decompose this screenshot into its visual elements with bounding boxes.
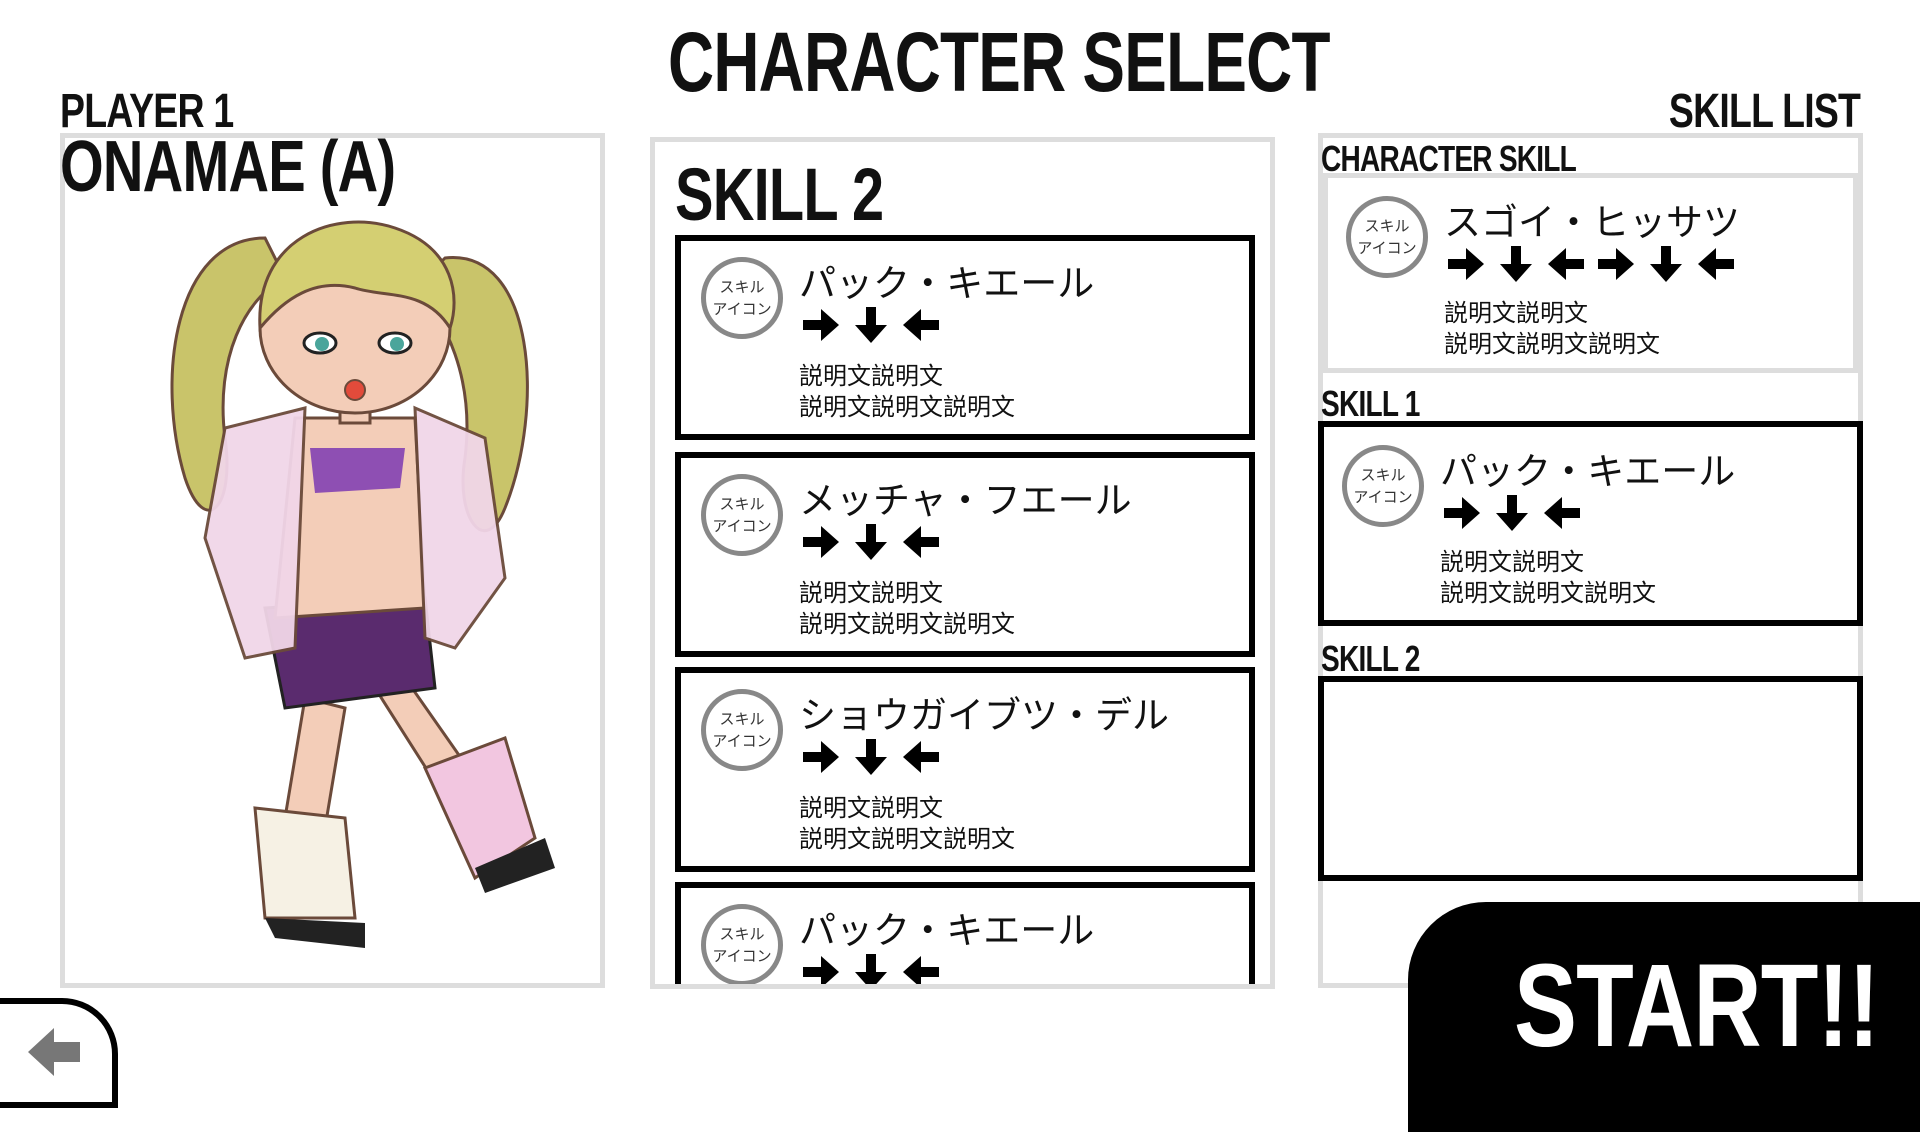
command-input: [799, 735, 943, 779]
skill-slot-heading: SKILL 2: [675, 153, 884, 236]
skill-description: 説明文説明文 説明文説明文説明文: [799, 793, 1015, 855]
start-button-label[interactable]: START!!: [1514, 938, 1880, 1074]
skill-list-title: SKILL LIST: [1668, 85, 1861, 138]
skill-1-label: SKILL 1: [1321, 383, 1420, 424]
skill-name: パック・キエール: [799, 909, 1095, 952]
arrow-left-icon: [28, 1028, 80, 1076]
arrow-left-icon: [903, 526, 939, 558]
arrow-left-icon: [903, 309, 939, 341]
character-name: ONAMAE (A): [60, 127, 396, 207]
arrow-left-icon: [903, 741, 939, 773]
skill-description-line: 説明文説明文説明文: [799, 610, 1015, 638]
skill-description: 説明文説明文 説明文説明文説明文: [1440, 547, 1656, 609]
skill-option-card[interactable]: スキル アイコン メッチャ・フエール 説明文説明文 説明文説明文説明文: [675, 452, 1255, 657]
arrow-left-icon: [903, 956, 939, 984]
skill-2-label: SKILL 2: [1321, 638, 1420, 679]
skill-option-card[interactable]: スキル アイコン ショウガイブツ・デル 説明文説明文 説明文説明文説明文: [675, 667, 1255, 872]
skill-icon: スキル アイコン: [701, 257, 783, 339]
skill-description-line: 説明文説明文: [1440, 548, 1584, 576]
skill-description: 説明文説明文 説明文説明文説明文: [1444, 298, 1660, 360]
skill-name: メッチャ・フエール: [799, 479, 1132, 522]
skill-icon-label: アイコン: [712, 732, 772, 750]
command-input: [799, 950, 943, 984]
character-portrait: [170, 220, 555, 948]
skill-description-line: 説明文説明文: [799, 579, 943, 607]
skill-description-line: 説明文説明文: [799, 362, 943, 390]
skill-description-line: 説明文説明文説明文: [1444, 330, 1660, 358]
arrow-left-icon: [1698, 248, 1734, 280]
skill-description-line: 説明文説明文説明文: [799, 393, 1015, 421]
back-button[interactable]: [0, 998, 118, 1108]
skill-icon-label: スキル: [719, 710, 765, 728]
arrow-down-icon: [855, 524, 887, 560]
skill-description-line: 説明文説明文: [799, 794, 943, 822]
character-portrait-panel[interactable]: ONAMAE (A): [60, 127, 605, 988]
skill-name: ショウガイブツ・デル: [799, 694, 1169, 737]
skill-icon-label: アイコン: [712, 517, 772, 535]
skill-description: 説明文説明文 説明文説明文説明文: [799, 578, 1015, 640]
skill-icon-label: スキル: [1360, 466, 1406, 484]
skill-name: スゴイ・ヒッサツ: [1444, 201, 1740, 244]
arrow-down-icon: [855, 307, 887, 343]
skill-description-line: 説明文説明文説明文: [1440, 579, 1656, 607]
arrow-right-icon: [803, 309, 839, 341]
skill-description: 説明文説明文 説明文説明文説明文: [799, 361, 1015, 423]
skill-icon-label: アイコン: [712, 947, 772, 965]
skill-icon: スキル アイコン: [701, 474, 783, 556]
arrow-left-icon: [1544, 497, 1580, 529]
arrow-right-icon: [803, 526, 839, 558]
skill-list-panel: CHARACTER SKILL スキル アイコン スゴイ・ヒッサツ 説明文説明文…: [1318, 133, 1863, 988]
skill-name: パック・キエール: [1440, 450, 1736, 493]
skill-icon: スキル アイコン: [1342, 445, 1424, 527]
arrow-down-icon: [1500, 246, 1532, 282]
skill-icon-label: スキル: [719, 495, 765, 513]
skill-icon-label: スキル: [719, 278, 765, 296]
skill-icon-label: アイコン: [1357, 239, 1417, 257]
command-input: [799, 303, 943, 347]
arrow-down-icon: [1496, 495, 1528, 531]
arrow-left-icon: [1548, 248, 1584, 280]
skill-icon: スキル アイコン: [701, 904, 783, 984]
arrow-right-icon: [1448, 248, 1484, 280]
skill-icon-label: スキル: [719, 925, 765, 943]
skill-selection-panel[interactable]: SKILL 2 スキル アイコン パック・キエール 説明文説明文 説明文説明文説…: [650, 137, 1275, 989]
skill-icon-label: アイコン: [712, 300, 772, 318]
arrow-down-icon: [855, 739, 887, 775]
skill-icon-label: アイコン: [1353, 488, 1413, 506]
skill-description-line: 説明文説明文説明文: [799, 825, 1015, 853]
skill-1-slot[interactable]: スキル アイコン パック・キエール 説明文説明文 説明文説明文説明文: [1318, 421, 1863, 626]
command-input: [1444, 242, 1738, 286]
skill-option-card[interactable]: スキル アイコン パック・キエール 説明文説明文 説明文説明文説明文: [675, 235, 1255, 440]
character-skill-card: スキル アイコン スゴイ・ヒッサツ 説明文説明文 説明文説明文説明文: [1323, 173, 1858, 373]
arrow-down-icon: [1650, 246, 1682, 282]
page-title: CHARACTER SELECT: [668, 15, 1330, 109]
arrow-right-icon: [803, 956, 839, 984]
command-input: [799, 520, 943, 564]
arrow-right-icon: [803, 741, 839, 773]
skill-name: パック・キエール: [799, 262, 1095, 305]
skill-option-card[interactable]: スキル アイコン パック・キエール: [675, 882, 1255, 984]
skill-icon-label: スキル: [1364, 217, 1410, 235]
skill-icon: スキル アイコン: [1346, 196, 1428, 278]
arrow-down-icon: [855, 954, 887, 984]
arrow-right-icon: [1444, 497, 1480, 529]
arrow-right-icon: [1598, 248, 1634, 280]
skill-2-slot-empty[interactable]: [1318, 676, 1863, 881]
skill-icon: スキル アイコン: [701, 689, 783, 771]
skill-description-line: 説明文説明文: [1444, 299, 1588, 327]
command-input: [1440, 491, 1584, 535]
